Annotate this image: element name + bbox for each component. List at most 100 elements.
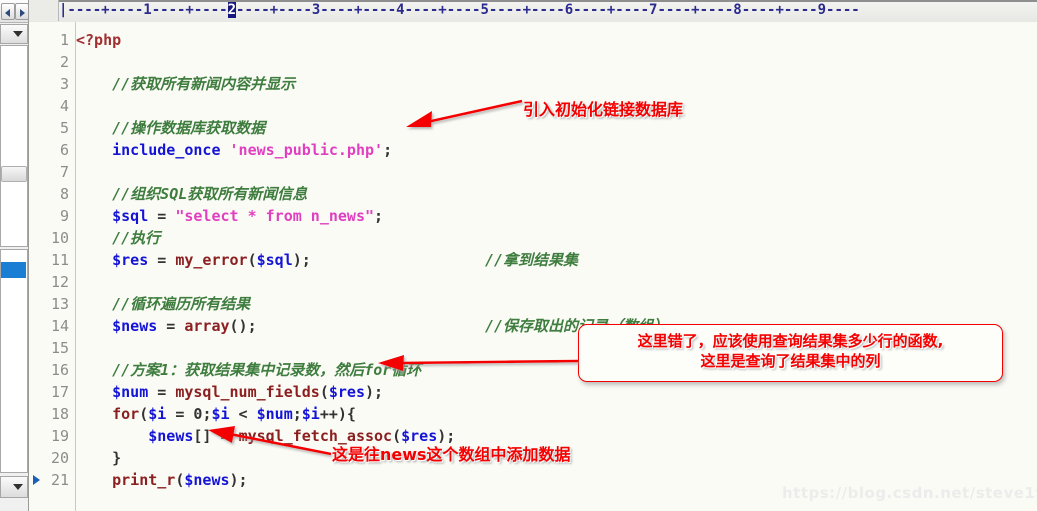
ruler-scale-left: |----+----1----+---- <box>59 2 228 18</box>
code-line[interactable]: } <box>76 447 121 469</box>
panel-scroll-thumb[interactable] <box>1 166 27 182</box>
code-token-var: $res <box>328 383 365 401</box>
code-token-op <box>76 427 148 445</box>
chevron-down-icon <box>13 484 23 490</box>
code-line[interactable]: //循环遍历所有结果 <box>76 293 250 315</box>
watermark: https://blog.csdn.net/steve1988717 <box>782 484 1037 502</box>
line-number: 2 <box>59 53 69 71</box>
code-token-op: < <box>229 405 257 423</box>
code-token-cmt: //操作数据库获取数据 <box>76 119 266 137</box>
code-token-var: $sql <box>112 207 149 225</box>
code-token-var: $num <box>256 405 293 423</box>
line-number: 17 <box>50 383 69 401</box>
panel-secondary-list[interactable] <box>0 249 28 473</box>
code-token-op <box>76 383 112 401</box>
code-token-op: ); <box>365 383 384 401</box>
ruler-scale: |----+----1----+----2----+----3----+----… <box>59 0 860 21</box>
code-token-op: = <box>148 207 176 225</box>
code-token-var: $i <box>211 405 230 423</box>
code-token-op <box>76 141 112 159</box>
nav-forward-button[interactable] <box>15 3 29 20</box>
code-token-var: $news <box>112 317 158 335</box>
code-line[interactable]: //执行 <box>76 227 160 249</box>
arrow-right-icon <box>20 9 25 17</box>
line-number: 1 <box>59 31 69 49</box>
code-token-var: $sql <box>256 251 293 269</box>
line-number: 15 <box>50 339 69 357</box>
annotation-error-line2: 这里是查询了结果集中的列 <box>700 352 881 370</box>
code-token-op: = <box>166 405 194 423</box>
code-token-op: ++){ <box>319 405 356 423</box>
code-token-op: ); <box>292 251 311 269</box>
panel-bottom-dropdown[interactable] <box>0 476 28 498</box>
annotation-arrow-error <box>378 355 579 371</box>
code-token-fn: print_r <box>112 471 176 489</box>
code-trailing-comment: //拿到结果集 <box>485 251 579 269</box>
code-token-op: } <box>76 449 122 467</box>
code-token-cmt: //获取所有新闻内容并显示 <box>76 75 296 93</box>
code-token-var: $i <box>148 405 167 423</box>
code-token-str: 'news_public.php' <box>229 141 384 159</box>
code-token-var: $news <box>148 427 194 445</box>
code-line[interactable]: $sql = "select * from n_news"; <box>76 205 383 227</box>
code-token-op: = <box>157 317 185 335</box>
code-token-var: $res <box>112 251 149 269</box>
line-number: 20 <box>50 449 69 467</box>
line-number: 16 <box>50 361 69 379</box>
code-token-op: ); <box>229 471 248 489</box>
code-line[interactable]: for($i = 0;$i < $num;$i++){ <box>76 403 356 425</box>
code-token-str: "select * from n_news" <box>175 207 375 225</box>
annotation-error-box: 这里错了，应该使用查询结果集多少行的函数, 这里是查询了结果集中的列 <box>578 324 1003 382</box>
code-token-cmt: //执行 <box>76 229 161 247</box>
line-number: 7 <box>59 163 69 181</box>
code-token-op: ; <box>374 207 384 225</box>
line-number: 8 <box>59 185 69 203</box>
annotation-arrow-array <box>208 426 332 456</box>
code-line[interactable]: <?php <box>76 29 121 51</box>
column-ruler: |----+----1----+----2----+----3----+----… <box>29 0 1037 23</box>
code-token-var: $news <box>184 471 230 489</box>
code-line[interactable]: include_once 'news_public.php'; <box>76 139 392 161</box>
line-number: 4 <box>59 97 69 115</box>
panel-dropdown[interactable] <box>0 24 28 44</box>
code-line[interactable]: //获取所有新闻内容并显示 <box>76 73 295 95</box>
code-line[interactable]: //组织SQL获取所有新闻信息 <box>76 183 307 205</box>
code-token-op <box>76 471 112 489</box>
line-number-gutter: 1 2 3 4 5 6 7 8 9 10 11 12 13 14 15 16 17 18 19 20 21 <box>29 22 76 511</box>
code-line[interactable]: //操作数据库获取数据 <box>76 117 265 139</box>
panel-selected-item[interactable] <box>1 262 26 278</box>
panel-file-list[interactable] <box>0 45 28 247</box>
code-token-op: ; <box>383 141 393 159</box>
chevron-down-icon <box>13 31 23 37</box>
code-line[interactable]: $num = mysql_num_fields($res); <box>76 381 383 403</box>
annotation-intro: 引入初始化链接数据库 <box>523 100 684 119</box>
line-number: 9 <box>59 207 69 225</box>
line-number: 18 <box>50 405 69 423</box>
current-line-marker-icon <box>33 475 40 485</box>
code-token-op <box>221 141 230 159</box>
line-number: 14 <box>50 317 69 335</box>
code-token-fn: for <box>112 405 140 423</box>
code-token-op: ( <box>139 405 149 423</box>
code-token-var: $num <box>112 383 149 401</box>
ruler-caret-marker: 2 <box>227 2 237 18</box>
ruler-scale-right: ----+----3----+----4----+----5----+----6… <box>236 2 860 18</box>
code-token-var: $i <box>301 405 320 423</box>
nav-back-button[interactable] <box>1 3 15 20</box>
code-token-cmt: //组织SQL获取所有新闻信息 <box>76 185 308 203</box>
code-line[interactable]: print_r($news); <box>76 469 248 491</box>
code-token-tag: <?php <box>76 31 122 49</box>
code-token-op <box>76 207 112 225</box>
code-token-op: ; <box>292 405 302 423</box>
code-token-fn: array <box>184 317 230 335</box>
annotation-array-note: 这是往news这个数组中添加数据 <box>332 445 571 464</box>
line-number: 19 <box>50 427 69 445</box>
ruler-corner <box>29 0 59 21</box>
code-line[interactable]: $res = my_error($sql); <box>76 249 311 271</box>
line-number: 3 <box>59 75 69 93</box>
line-number: 5 <box>59 119 69 137</box>
line-number: 13 <box>50 295 69 313</box>
code-line[interactable]: $news = array(); <box>76 315 257 337</box>
code-token-fn: mysql_num_fields <box>175 383 320 401</box>
code-token-cmt: //循环遍历所有结果 <box>76 295 251 313</box>
